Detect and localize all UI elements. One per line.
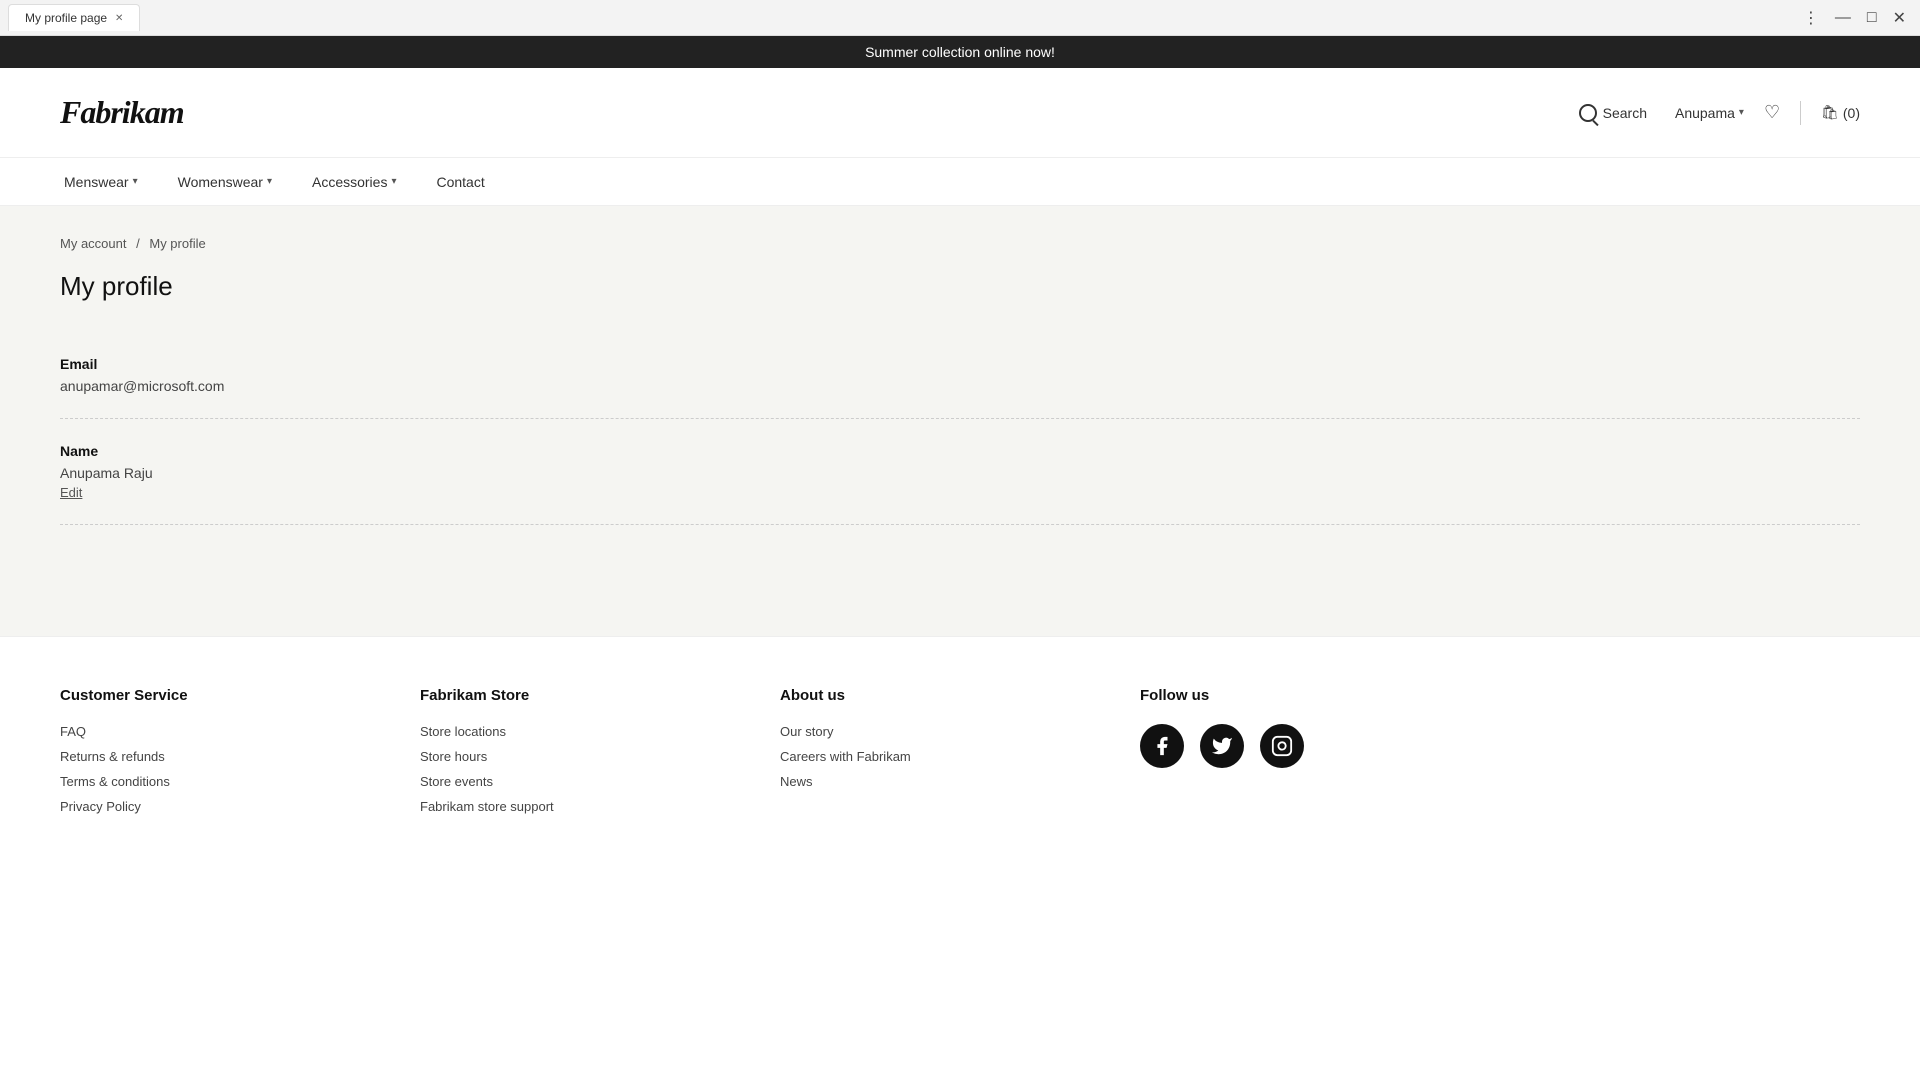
footer-link-store-events[interactable]: Store events [420,774,740,789]
header-divider [1800,101,1801,125]
name-value: Anupama Raju [60,465,1860,481]
footer-link-faq[interactable]: FAQ [60,724,380,739]
footer-link-store-hours[interactable]: Store hours [420,749,740,764]
breadcrumb-separator: / [136,236,140,251]
footer-customer-service-title: Customer Service [60,687,380,704]
nav-accessories[interactable]: Accessories ▾ [308,174,401,190]
footer-link-returns[interactable]: Returns & refunds [60,749,380,764]
footer-link-our-story[interactable]: Our story [780,724,1100,739]
breadcrumb-current: My profile [149,236,205,251]
site-nav: Menswear ▾ Womenswear ▾ Accessories ▾ Co… [0,158,1920,206]
site-logo[interactable]: Fabrikam [60,94,184,131]
footer-link-store-locations[interactable]: Store locations [420,724,740,739]
user-label: Anupama [1675,105,1735,121]
email-field: Email anupamar@microsoft.com [60,332,1860,419]
maximize-icon[interactable]: □ [1861,7,1883,29]
main-content: My account / My profile My profile Email… [0,206,1920,636]
header-actions: Search Anupama ▾ ♡ 🛍 (0) [1571,100,1860,126]
instagram-icon[interactable] [1260,724,1304,768]
footer-fabrikam-store: Fabrikam Store Store locations Store hou… [420,687,740,824]
nav-menswear[interactable]: Menswear ▾ [60,174,142,190]
breadcrumb: My account / My profile [60,236,1860,251]
accessories-chevron-icon: ▾ [391,176,396,187]
nav-accessories-label: Accessories [312,174,387,190]
browser-chrome: My profile page ✕ ⋮ — □ ✕ [0,0,1920,36]
announcement-bar: Summer collection online now! [0,36,1920,68]
cart-button[interactable]: 🛍 (0) [1821,104,1860,121]
site-header: Fabrikam Search Anupama ▾ ♡ 🛍 (0) [0,68,1920,158]
user-chevron-icon: ▾ [1739,107,1744,118]
footer-grid: Customer Service FAQ Returns & refunds T… [60,687,1460,824]
footer-about-us: About us Our story Careers with Fabrikam… [780,687,1100,824]
browser-menu-icon[interactable]: ⋮ [1797,6,1825,30]
edit-name-link[interactable]: Edit [60,485,82,500]
facebook-icon[interactable] [1140,724,1184,768]
email-label: Email [60,356,1860,372]
announcement-text: Summer collection online now! [865,44,1055,60]
close-icon[interactable]: ✕ [1887,6,1912,30]
page-title: My profile [60,271,1860,302]
tab-close-icon[interactable]: ✕ [115,13,123,24]
footer-follow-us: Follow us [1140,687,1460,824]
menswear-chevron-icon: ▾ [133,176,138,187]
footer-store-title: Fabrikam Store [420,687,740,704]
twitter-icon[interactable] [1200,724,1244,768]
name-label: Name [60,443,1860,459]
name-field: Name Anupama Raju Edit [60,419,1860,525]
footer-link-careers[interactable]: Careers with Fabrikam [780,749,1100,764]
browser-tab[interactable]: My profile page ✕ [8,4,140,31]
search-button[interactable]: Search [1571,100,1655,126]
browser-window-controls: ⋮ — □ ✕ [1797,6,1912,30]
search-label: Search [1603,105,1647,121]
nav-womenswear[interactable]: Womenswear ▾ [174,174,276,190]
search-icon [1579,104,1597,122]
user-account-button[interactable]: Anupama ▾ [1675,105,1744,121]
nav-contact[interactable]: Contact [432,174,488,190]
minimize-icon[interactable]: — [1829,7,1857,29]
footer-link-news[interactable]: News [780,774,1100,789]
nav-menswear-label: Menswear [64,174,129,190]
email-value: anupamar@microsoft.com [60,378,1860,394]
nav-contact-label: Contact [436,174,484,190]
tab-title: My profile page [25,11,107,25]
footer-customer-service: Customer Service FAQ Returns & refunds T… [60,687,380,824]
nav-womenswear-label: Womenswear [178,174,263,190]
footer-about-title: About us [780,687,1100,704]
wishlist-button[interactable]: ♡ [1764,102,1780,123]
footer-follow-title: Follow us [1140,687,1460,704]
site-footer: Customer Service FAQ Returns & refunds T… [0,636,1920,864]
footer-link-privacy[interactable]: Privacy Policy [60,799,380,814]
womenswear-chevron-icon: ▾ [267,176,272,187]
footer-link-store-support[interactable]: Fabrikam store support [420,799,740,814]
cart-icon: 🛍 [1821,104,1839,121]
footer-link-terms[interactable]: Terms & conditions [60,774,380,789]
breadcrumb-account-link[interactable]: My account [60,236,126,251]
cart-count: (0) [1843,105,1860,121]
social-icons [1140,724,1460,768]
